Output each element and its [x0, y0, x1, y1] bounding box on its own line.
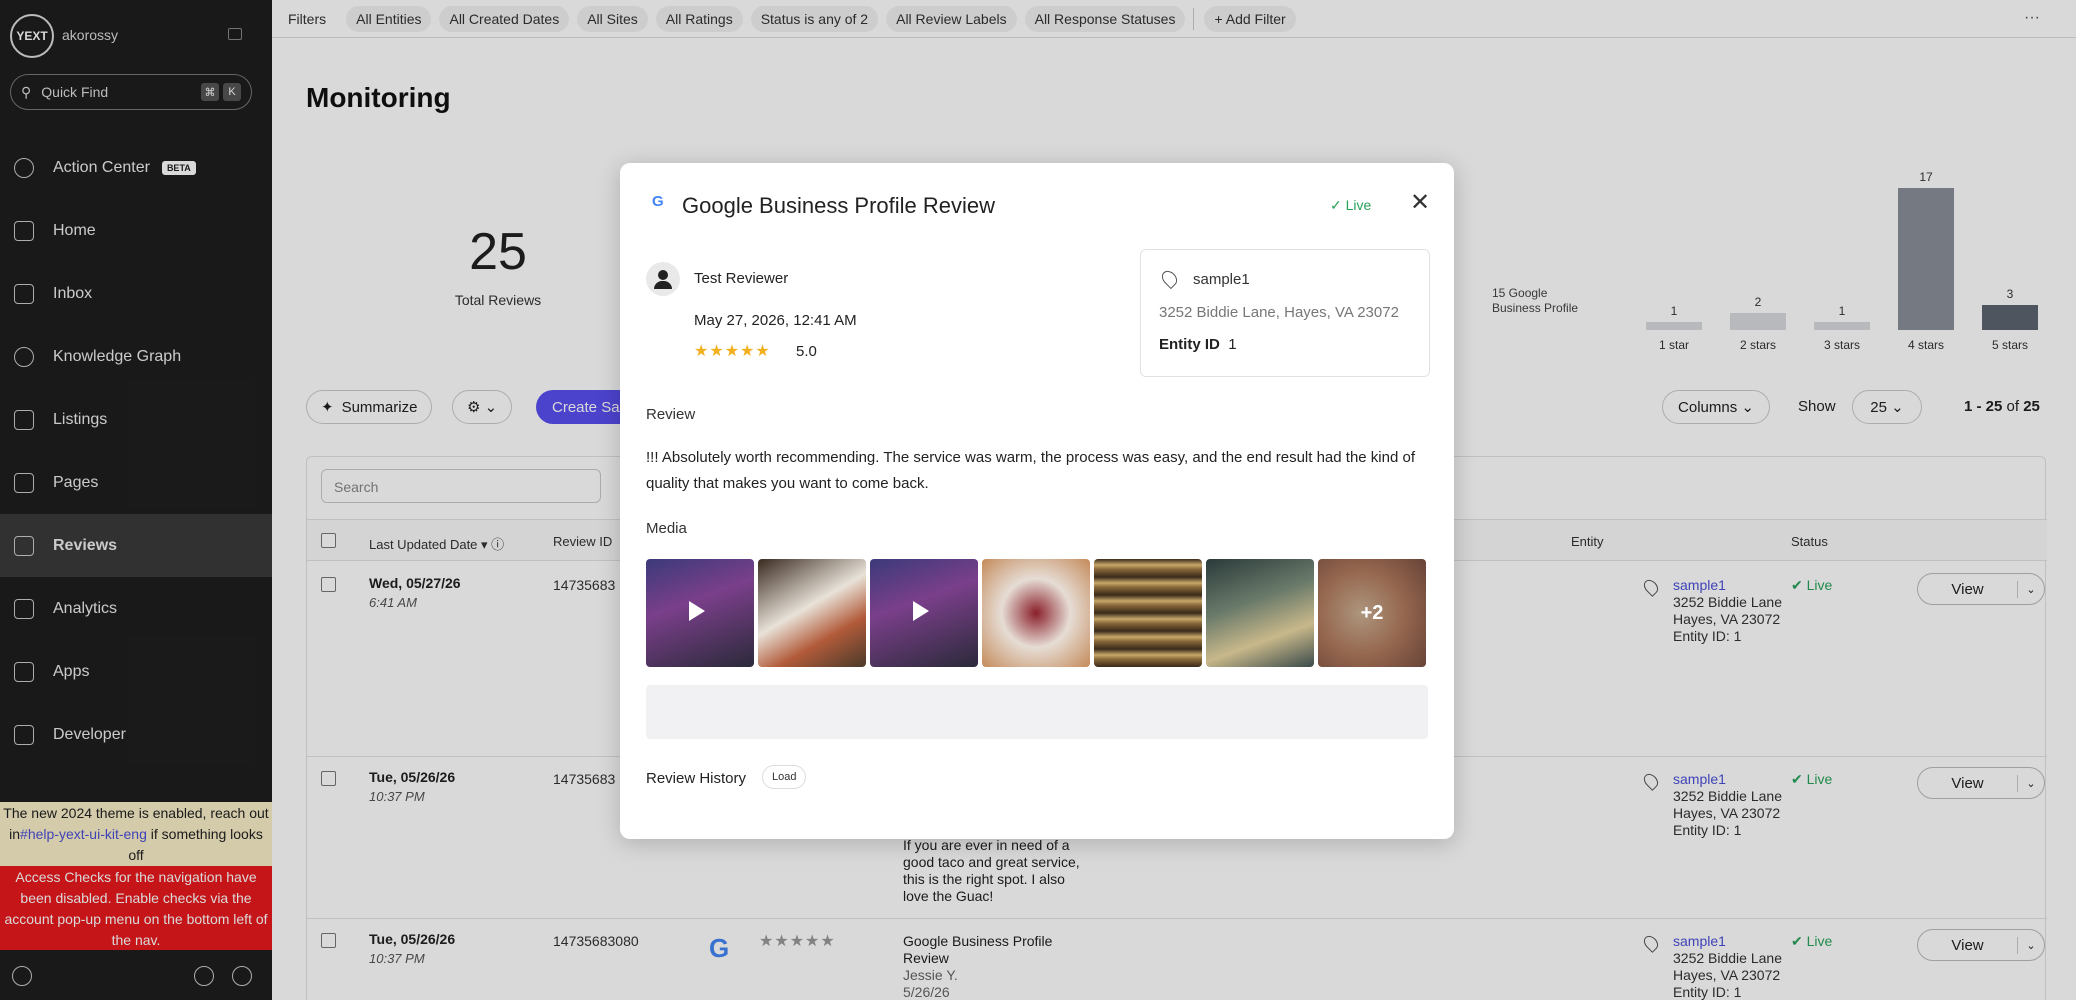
play-icon: [913, 601, 929, 621]
location-entity-id: Entity ID 1: [1159, 336, 1237, 353]
live-status: ✓ Live: [1330, 197, 1372, 213]
entity-id-value: 1: [1228, 336, 1237, 353]
media-image-thumb[interactable]: [982, 559, 1090, 667]
media-video-thumb[interactable]: [646, 559, 754, 667]
load-history-button[interactable]: Load: [762, 765, 807, 789]
rating-stars: ★★★★★: [694, 343, 771, 360]
review-date: May 27, 2026, 12:41 AM: [694, 312, 857, 329]
play-icon: [689, 601, 705, 621]
media-gallery: +2: [646, 559, 1430, 667]
app-root: YEXT akorossy ⚲ Quick Find ⌘ K Action Ce…: [0, 0, 2076, 1000]
media-more-thumb[interactable]: +2: [1318, 559, 1426, 667]
reviewer-name: Test Reviewer: [694, 270, 789, 287]
location-card: sample1 3252 Biddie Lane, Hayes, VA 2307…: [1140, 249, 1430, 377]
review-history-heading: Review History: [646, 770, 747, 787]
entity-id-label: Entity ID: [1159, 336, 1220, 353]
media-heading: Media: [646, 520, 687, 537]
review-heading: Review: [646, 406, 696, 423]
media-image-thumb[interactable]: [1094, 559, 1202, 667]
close-icon[interactable]: ✕: [1410, 191, 1430, 215]
response-placeholder: [646, 685, 1428, 739]
location-pin-icon: [1158, 267, 1181, 290]
rating-score: 5.0: [796, 343, 817, 360]
reviewer-avatar: [646, 262, 680, 296]
media-image-thumb[interactable]: [1206, 559, 1314, 667]
person-icon-body: [654, 281, 672, 289]
media-video-thumb[interactable]: [870, 559, 978, 667]
review-body: !!! Absolutely worth recommending. The s…: [646, 449, 1415, 492]
media-image-thumb[interactable]: [758, 559, 866, 667]
review-modal: G Google Business Profile Review ✓ Live …: [620, 163, 1454, 839]
google-icon: G: [652, 193, 664, 210]
media-more-count: +2: [1318, 559, 1426, 667]
location-address: 3252 Biddie Lane, Hayes, VA 23072: [1159, 304, 1399, 321]
location-name: sample1: [1193, 271, 1250, 288]
person-icon-head: [658, 270, 668, 280]
modal-title: Google Business Profile Review: [682, 193, 996, 218]
